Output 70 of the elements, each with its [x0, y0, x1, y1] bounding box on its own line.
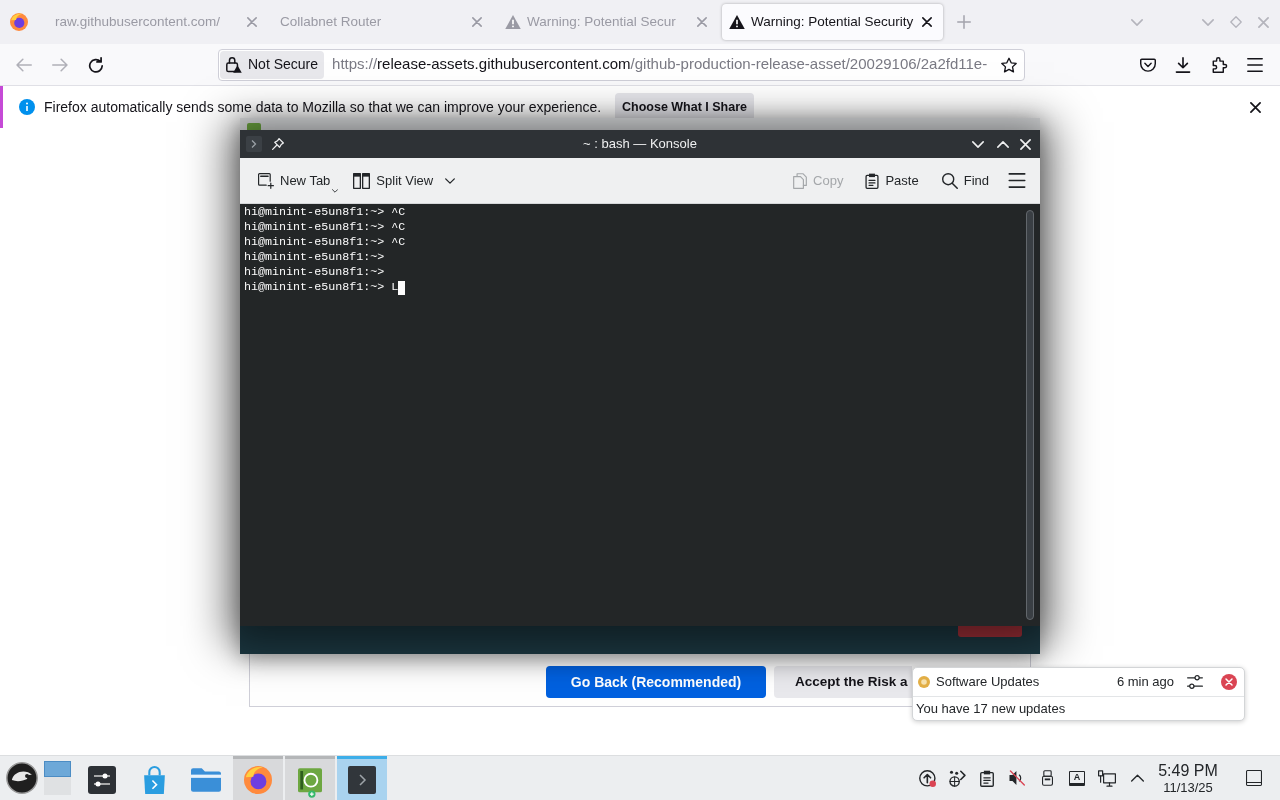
copy-icon: [793, 172, 808, 189]
reload-icon[interactable]: [88, 56, 104, 73]
terminal-line: hi@minint-e5un8f1:~> ^C: [244, 235, 406, 250]
paste-button[interactable]: Paste: [859, 164, 925, 197]
scrollbar[interactable]: [1026, 210, 1034, 620]
download-icon[interactable]: [1175, 56, 1191, 73]
tab[interactable]: Warning: Potential Security: [722, 4, 943, 40]
task-button[interactable]: [337, 756, 387, 800]
close-icon[interactable]: [1250, 101, 1261, 113]
terminal-icon: [246, 136, 262, 152]
sliders-icon[interactable]: [1187, 675, 1203, 689]
notification-message: Firefox automatically sends some data to Mozilla so that we can improve your experience.: [44, 97, 603, 117]
terminal-line: hi@minint-e5un8f1:~>: [244, 265, 385, 280]
menu-icon[interactable]: [1008, 173, 1026, 188]
url-text: https://release-assets.githubusercontent.com/github-production-release-asset/20029106/2a2fd11e-: [332, 54, 988, 75]
terminal-icon: [348, 765, 376, 794]
share-settings-button[interactable]: Choose What I Share: [615, 93, 755, 121]
desktop-pager[interactable]: [44, 761, 71, 795]
lock-warning-icon: [226, 56, 242, 73]
notification-body: You have 17 new updates: [915, 700, 1067, 718]
terminal-line: hi@minint-e5un8f1:~> ^C: [244, 205, 406, 220]
show-desktop-icon[interactable]: [1246, 770, 1262, 786]
shield-chevron-icon[interactable]: [1140, 56, 1156, 73]
input-indicator[interactable]: A: [1069, 770, 1085, 786]
star-icon[interactable]: [1001, 56, 1017, 73]
clock-time[interactable]: 5:49 PM: [1158, 761, 1218, 780]
warning-icon: [729, 15, 745, 29]
chevron-down-icon: [445, 177, 456, 184]
puzzle-icon[interactable]: [1212, 56, 1228, 73]
caret-icon: [332, 188, 339, 193]
clipboard-icon[interactable]: [980, 769, 994, 787]
new-tab-button[interactable]: New Tab: [252, 164, 343, 197]
warning-icon: [505, 15, 521, 29]
task-button[interactable]: [285, 756, 335, 800]
security-badge[interactable]: Not Secure: [220, 50, 325, 79]
terminal-line: hi@minint-e5un8f1:~> ^C: [244, 220, 406, 235]
terminal-line: hi@minint-e5un8f1:~>: [244, 250, 385, 265]
sliders-app-icon: [88, 765, 116, 794]
menu-icon[interactable]: [1247, 57, 1263, 72]
notification-time: 6 min ago: [1116, 673, 1174, 692]
caret-up-icon[interactable]: [1130, 774, 1144, 782]
go-back-button[interactable]: Go Back (Recommended): [546, 666, 766, 698]
speaker-muted-icon[interactable]: [1009, 770, 1025, 786]
terminal-area[interactable]: hi@minint-e5un8f1:~> ^C hi@minint-e5un8f1:~> ^C hi@minint-e5un8f1:~> ^C hi@minint-e5un8f1:~> hi@minint-e5un8f1:~> hi@minint-e5un8f1:~> L: [240, 204, 1040, 626]
new-tab-icon: [258, 172, 274, 189]
monitor-plug-icon[interactable]: [1098, 769, 1116, 787]
network-globe-icon[interactable]: [948, 769, 966, 787]
disc-icon: [918, 676, 930, 688]
accept-risk-button[interactable]: Accept the Risk a: [774, 666, 912, 698]
notification-app: Software Updates: [936, 673, 1040, 692]
browser-logo-icon: [244, 765, 272, 794]
window-icon: [247, 123, 261, 130]
info-icon: [19, 99, 35, 115]
find-button[interactable]: Find: [935, 164, 995, 197]
window-title: ~ : bash — Konsole: [582, 135, 698, 154]
plug-device-icon[interactable]: [1041, 770, 1053, 786]
split-view-button[interactable]: Split View: [347, 164, 462, 197]
clock-date[interactable]: 11/13/25: [1163, 779, 1213, 795]
split-view-icon: [353, 172, 371, 189]
launcher-logo-icon[interactable]: [6, 762, 38, 794]
search-icon: [941, 172, 958, 189]
shopping-bag-icon: [143, 765, 165, 794]
close-icon[interactable]: [922, 17, 932, 27]
address-field[interactable]: Not Secure https://release-assets.githubusercontent.com/github-production-release-asset/20029106/2a2fd11e-: [218, 48, 1025, 81]
browser-logo-icon[interactable]: [10, 13, 28, 31]
clipboard-icon: [865, 172, 880, 189]
ring-app-icon: [298, 767, 322, 798]
folder-icon: [191, 767, 221, 792]
pin-icon[interactable]: [272, 138, 284, 150]
terminal-line: hi@minint-e5un8f1:~> L: [244, 280, 399, 295]
